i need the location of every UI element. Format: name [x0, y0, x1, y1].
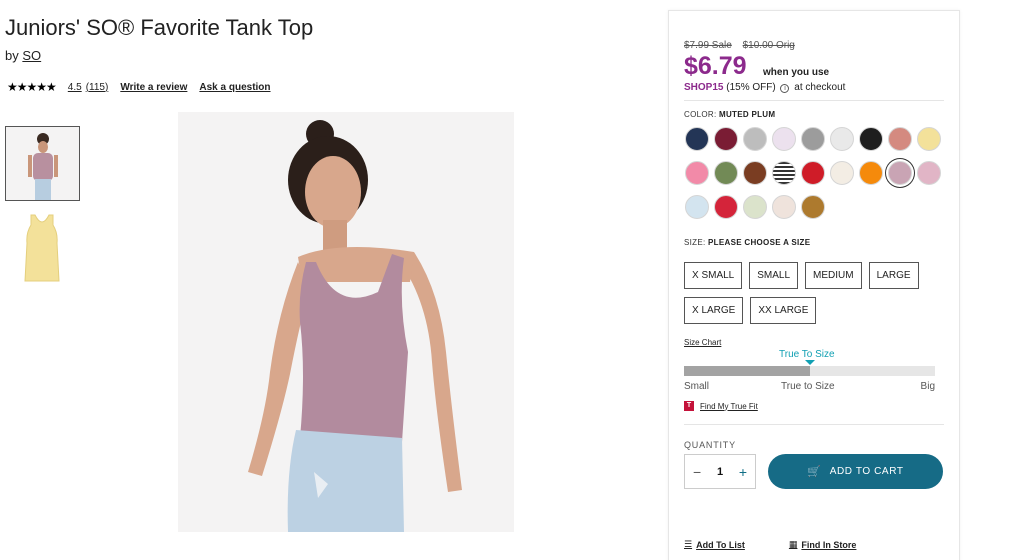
size-button-x-small[interactable]: X SMALL [684, 262, 743, 289]
rating-row: ★★★★★ 4.5 (115) Write a review Ask a que… [7, 80, 283, 94]
promo-percent: (15% OFF) [726, 82, 776, 93]
swatch-stripe-icon[interactable] [772, 161, 796, 185]
divider [684, 424, 944, 425]
write-review-link[interactable]: Write a review [120, 82, 187, 93]
swatch-light-gray-icon[interactable] [830, 127, 854, 151]
color-swatches [685, 127, 945, 219]
swatch-lavender-icon[interactable] [772, 127, 796, 151]
purchase-panel: $7.99 Sale $10.00 Orig $6.79 when you us… [668, 10, 960, 560]
swatch-pink-icon[interactable] [685, 161, 709, 185]
product-title: Juniors' SO® Favorite Tank Top [5, 15, 314, 40]
decrement-button[interactable]: − [693, 464, 701, 480]
swatch-orange-icon[interactable] [859, 161, 883, 185]
promo-checkout-text: at checkout [794, 82, 846, 93]
fit-scale [684, 360, 935, 376]
size-chart-link[interactable]: Size Chart [684, 338, 721, 347]
bottom-links: ☰ Add To List ▦ Find In Store [684, 539, 954, 550]
find-in-store-link[interactable]: ▦ Find In Store [789, 539, 857, 550]
swatch-muted-plum-icon[interactable] [888, 161, 912, 185]
size-label: SIZE: PLEASE CHOOSE A SIZE [684, 238, 810, 247]
increment-button[interactable]: + [739, 464, 747, 480]
swatch-burgundy-icon[interactable] [714, 127, 738, 151]
swatch-brown-icon[interactable] [743, 161, 767, 185]
thumbnail-list [5, 126, 80, 284]
fit-label-big: Big [920, 381, 935, 392]
size-label-prefix: SIZE: [684, 238, 706, 247]
quantity-label: QUANTITY [684, 440, 736, 450]
sale-price: $7.99 Sale [684, 40, 732, 51]
quantity-stepper: − 1 + [684, 454, 756, 489]
thumbnail-product[interactable] [5, 209, 80, 284]
review-count[interactable]: (115) [86, 82, 109, 93]
swatch-black-icon[interactable] [859, 127, 883, 151]
promo-price: $6.79 [684, 52, 747, 80]
swatch-blue-print-icon[interactable] [685, 195, 709, 219]
by-prefix: by [5, 48, 19, 63]
size-button-x-large[interactable]: X LARGE [684, 297, 744, 324]
size-button-xx-large[interactable]: XX LARGE [750, 297, 817, 324]
size-options: X SMALL SMALL MEDIUM LARGE X LARGE XX LA… [684, 262, 954, 324]
cart-icon: 🛒 [807, 466, 822, 478]
fit-label-small: Small [684, 381, 710, 392]
swatch-floral-icon[interactable] [830, 161, 854, 185]
rating-stars-icon: ★★★★★ [7, 80, 57, 94]
size-prompt: PLEASE CHOOSE A SIZE [708, 238, 811, 247]
list-icon: ☰ [684, 539, 693, 549]
swatch-blush-icon[interactable] [772, 195, 796, 219]
swatch-sage-print-icon[interactable] [743, 195, 767, 219]
brand-link[interactable]: SO [22, 48, 41, 63]
main-product-image[interactable] [178, 112, 514, 532]
add-to-list-link[interactable]: ☰ Add To List [684, 539, 745, 550]
model-thumbnail-image [6, 127, 79, 200]
model-photo-image [178, 112, 514, 532]
swatch-red-icon[interactable] [801, 161, 825, 185]
fit-title: True To Size [779, 349, 835, 360]
color-label: COLOR: MUTED PLUM [684, 110, 775, 119]
swatch-gold-icon[interactable] [801, 195, 825, 219]
color-label-prefix: COLOR: [684, 110, 717, 119]
add-to-list-label: Add To List [696, 539, 745, 550]
swatch-red-2-icon[interactable] [714, 195, 738, 219]
selected-color-name: MUTED PLUM [719, 110, 776, 119]
true-fit-link[interactable]: T Find My True Fit [684, 401, 758, 411]
swatch-yellow-icon[interactable] [917, 127, 941, 151]
size-button-large[interactable]: LARGE [868, 262, 919, 289]
add-to-cart-label: ADD TO CART [829, 466, 904, 477]
promo-code-row: SHOP15 (15% OFF) i at checkout [684, 82, 845, 93]
swatch-navy-icon[interactable] [685, 127, 709, 151]
true-fit-label: Find My True Fit [700, 401, 758, 411]
find-in-store-label: Find In Store [801, 539, 857, 550]
swatch-olive-icon[interactable] [714, 161, 738, 185]
orig-price: $10.00 Orig [742, 40, 795, 51]
rating-value[interactable]: 4.5 [68, 82, 82, 93]
divider [684, 100, 944, 101]
size-button-medium[interactable]: MEDIUM [805, 262, 862, 289]
fit-marker-icon [804, 360, 815, 365]
ask-question-link[interactable]: Ask a question [199, 82, 270, 93]
size-button-small[interactable]: SMALL [749, 262, 799, 289]
tank-thumbnail-image [5, 209, 80, 284]
swatch-gray-icon[interactable] [801, 127, 825, 151]
fit-scale-fill [684, 366, 810, 376]
truefit-logo-icon: T [684, 401, 694, 411]
price-original-row: $7.99 Sale $10.00 Orig [684, 40, 803, 51]
thumbnail-model[interactable] [5, 126, 80, 201]
swatch-coral-icon[interactable] [888, 127, 912, 151]
byline: by SO [5, 48, 41, 63]
swatch-heather-gray-icon[interactable] [743, 127, 767, 151]
info-icon[interactable]: i [780, 84, 790, 93]
swatch-pink-light-icon[interactable] [917, 161, 941, 185]
promo-when-text: when you use [763, 67, 830, 78]
store-icon: ▦ [788, 539, 798, 549]
add-to-cart-button[interactable]: 🛒 ADD TO CART [768, 454, 943, 489]
quantity-value[interactable]: 1 [717, 466, 723, 478]
promo-code: SHOP15 [684, 82, 724, 93]
fit-label-true: True to Size [781, 381, 835, 392]
